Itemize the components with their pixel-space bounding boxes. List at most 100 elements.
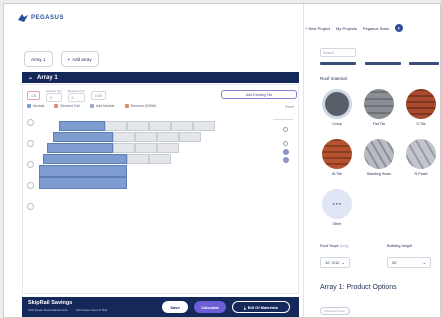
row-handle-icon[interactable] [27,203,34,210]
chevron-down-icon: ⌄ [422,260,426,265]
roof-option-r-panel[interactable]: R-Panel [405,139,437,176]
roof-option-other[interactable]: ··· Other [321,189,353,226]
empty-cell[interactable] [127,154,149,164]
tool-radio-icon[interactable] [283,127,288,132]
more-icon: ··· [322,189,352,219]
savings-stats: 10% Fewer Roof Attachments 41% Fewer Fee… [28,308,107,312]
logo-text: PEGASUS [31,15,64,21]
roof-option-label: W-Tile [331,172,343,176]
add-array-button[interactable]: + Add array [60,51,99,67]
s-tile-icon [406,89,436,119]
spacing-field[interactable]: 0.00 [90,91,106,100]
tab-label: Add array [72,56,92,62]
tab-label: Array 1 [31,56,46,62]
roof-option-w-tile[interactable]: W-Tile [321,139,353,176]
slope-unit: (deg) [339,244,349,248]
my-projects-link[interactable]: My Projects [336,26,357,31]
download-icon: ⤓ [243,304,246,310]
module-cell[interactable] [43,154,127,164]
module-cell[interactable] [39,165,127,177]
roof-attachment-savings: 10% Fewer Roof Attachments [28,308,68,312]
empty-cell[interactable] [171,121,193,131]
rail-savings: 41% Fewer Feet of Rail [75,308,108,312]
avatar[interactable]: P [394,24,403,32]
savings-bar: SkipRail Savings 10% Fewer Roof Attachme… [22,297,299,317]
module-select[interactable]: 1 B [27,91,41,100]
empty-cell[interactable] [105,121,127,131]
empty-cell[interactable] [135,132,157,142]
legend-item: Remove (500W) [124,104,156,108]
array-canvas-panel: 1 B Module Qty 0 Module Pitch 0 0.00 Add… [22,84,299,294]
empty-cell[interactable] [193,121,215,131]
empty-cell[interactable] [127,121,149,131]
array-controls: 1 B Module Qty 0 Module Pitch 0 0.00 [27,89,106,102]
slope-label-text: Roof Slope [320,244,339,248]
pegasus-logo-icon [18,14,28,22]
tool-radio-icon[interactable] [283,141,288,146]
empty-cell[interactable] [135,143,157,153]
reset-link[interactable]: Reset [285,105,294,109]
user-menu[interactable]: Pegasus Solar [363,26,389,31]
advanced-spec-toggle[interactable]: Advanced Spec [320,307,350,315]
module-qty-field[interactable]: Module Qty 0 [46,89,62,102]
roof-option-label: R-Panel [414,172,428,176]
add-existing-tile-button[interactable]: Add Existing Tile [221,90,297,99]
legend-label: Blocked Cell [60,104,80,108]
chevron-down-icon: ⌄ [341,260,345,265]
array-tabs: Array 1 + Add array [24,51,99,67]
array-header[interactable]: ⌄ Array 1 [22,72,299,83]
field-value: 0 [46,93,62,102]
empty-cell[interactable] [179,132,201,142]
roof-option-s-tile[interactable]: S-Tile [405,89,437,126]
roof-option-standing-seam[interactable]: Standing Seam [363,139,395,176]
module-cell[interactable] [47,143,113,153]
row-handle-icon[interactable] [27,119,34,126]
field-label: Module Pitch [67,89,85,93]
field-underline [409,62,439,65]
legend-item: Module [27,104,44,108]
nav-label: New Project [308,25,331,31]
empty-cell[interactable] [113,143,135,153]
tab-array-1[interactable]: Array 1 [24,51,53,67]
field-underline [365,62,401,65]
field-underline [320,62,356,65]
roof-option-comp[interactable]: Comp [321,89,353,126]
plus-icon: + [67,56,71,62]
empty-cell[interactable] [157,143,179,153]
roof-option-label: Flat Tile [372,122,386,126]
row-handle-icon[interactable] [27,140,34,147]
top-nav: + New Project My Projects Pegasus Solar … [305,24,440,32]
building-height-label: Building height [387,244,412,248]
empty-cell[interactable] [149,154,171,164]
roof-option-label: S-Tile [416,122,426,126]
row-handle-icon[interactable] [27,161,34,168]
save-button[interactable]: Save [162,301,188,313]
legend-item: Blocked Cell [54,104,80,108]
flat-tile-icon [364,89,394,119]
bill-of-materials-button[interactable]: ⤓ Bill Of Materials [232,301,290,313]
divider [273,119,293,120]
field-label: Module Qty [46,89,62,93]
empty-cell[interactable] [113,132,135,142]
calculate-button[interactable]: Calculate [194,301,226,313]
roof-slope-select[interactable]: 10 2/12 ⌄ [320,257,350,268]
legend-item: Add Module [89,104,115,108]
tool-dot-icon[interactable] [283,157,289,163]
module-cell[interactable] [59,121,105,131]
empty-cell[interactable] [149,121,171,131]
row-handle-icon[interactable] [27,182,34,189]
savings-title: SkipRail Savings [28,300,73,306]
app-window: PEGASUS Array 1 + Add array ⌄ Array 1 1 B… [3,3,441,318]
chevron-down-icon: ⌄ [28,75,34,81]
field-value: 0 [67,93,85,102]
tool-dot-icon[interactable] [283,149,289,155]
building-height-select[interactable]: 30 ⌄ [387,257,431,268]
roof-option-flat-tile[interactable]: Flat Tile [363,89,395,126]
empty-cell[interactable] [157,132,179,142]
search-input[interactable]: Search [320,48,356,57]
module-cell[interactable] [39,177,127,189]
module-cell[interactable] [53,132,113,142]
new-project-link[interactable]: + New Project [305,26,330,31]
legend-swatch [54,104,59,108]
module-pitch-field[interactable]: Module Pitch 0 [67,89,85,102]
